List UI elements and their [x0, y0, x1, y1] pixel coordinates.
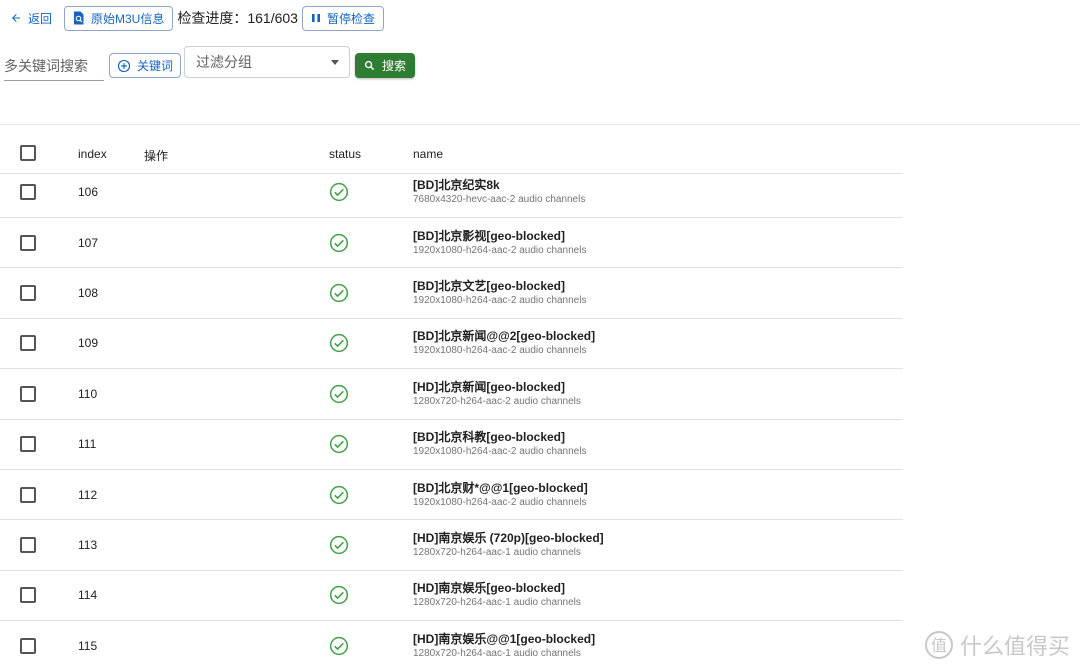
- channel-name: [BD]北京财*@@1[geo-blocked]: [413, 480, 588, 495]
- search-button[interactable]: 搜索: [355, 53, 415, 78]
- channel-detail: 1280x720-h264-aac-1 audio channels: [413, 597, 581, 609]
- table-row[interactable]: 109 [BD]北京新闻@@2[geo-blocked] 1920x1080-h26…: [0, 319, 903, 370]
- row-checkbox[interactable]: [20, 587, 36, 604]
- row-index: 106: [78, 184, 99, 199]
- channel-name: [BD]北京纪实8k: [413, 177, 500, 192]
- table-body: 106 [BD]北京纪实8k 7680x4320-hevc-aac-2 audio …: [0, 174, 903, 669]
- table-row[interactable]: 110 [HD]北京新闻[geo-blocked] 1280x720-h264-aa…: [0, 369, 903, 420]
- check-circle-icon: [329, 384, 349, 404]
- table-row[interactable]: 114 [HD]南京娱乐[geo-blocked] 1280x720-h264-aa…: [0, 571, 903, 622]
- header-status: status: [329, 147, 362, 161]
- channel-table: index 操作 status name 106 [BD]北京纪实8k 7680x4…: [0, 132, 903, 669]
- channel-detail: 1920x1080-h264-aac-2 audio channels: [413, 295, 587, 307]
- header-index: index: [78, 147, 107, 161]
- table-row[interactable]: 108 [BD]北京文艺[geo-blocked] 1920x1080-h264-a…: [0, 268, 903, 319]
- check-circle-icon: [329, 485, 349, 505]
- table-row[interactable]: 106 [BD]北京纪实8k 7680x4320-hevc-aac-2 audio …: [0, 174, 903, 218]
- channel-name: [HD]北京新闻[geo-blocked]: [413, 379, 565, 394]
- header-name: name: [413, 147, 444, 161]
- row-index: 109: [78, 336, 99, 351]
- channel-name: [BD]北京影视[geo-blocked]: [413, 228, 565, 243]
- row-checkbox[interactable]: [20, 183, 36, 200]
- row-checkbox[interactable]: [20, 335, 36, 352]
- channel-name: [BD]北京文艺[geo-blocked]: [413, 279, 565, 294]
- channel-detail: 1920x1080-h264-aac-2 audio channels: [413, 496, 587, 508]
- channel-detail: 1280x720-h264-aac-1 audio channels: [413, 547, 581, 559]
- arrow-left-icon: [12, 14, 20, 22]
- magnifier-icon: [364, 60, 375, 71]
- dropdown-arrow-icon: [331, 60, 339, 65]
- row-index: 108: [78, 286, 99, 301]
- svg-text:值: 值: [931, 636, 947, 655]
- pause-check-label: 暂停检查: [326, 11, 375, 26]
- row-checkbox[interactable]: [20, 486, 36, 503]
- check-circle-icon: [329, 585, 349, 605]
- row-index: 107: [78, 235, 99, 250]
- watermark-text: 什么值得买: [959, 634, 1070, 659]
- checker-page: 返回 原始M3U信息 检查进度：161/603 暂停检查 多关键词搜索 关键词 …: [0, 0, 1080, 669]
- row-checkbox[interactable]: [20, 637, 36, 654]
- row-index: 115: [78, 638, 98, 653]
- table-row[interactable]: 115 [HD]南京娱乐@@1[geo-blocked] 1280x720-h264…: [0, 621, 903, 669]
- filter-row: 关键词 过滤分组 搜索: [4, 46, 424, 82]
- divider: [0, 124, 1080, 125]
- row-checkbox[interactable]: [20, 436, 36, 453]
- group-filter-select[interactable]: 过滤分组: [184, 46, 350, 78]
- check-circle-icon: [329, 434, 349, 454]
- channel-detail: 1920x1080-h264-aac-2 audio channels: [413, 446, 587, 458]
- row-index: 112: [78, 487, 98, 502]
- check-circle-icon: [329, 636, 349, 656]
- channel-name: [BD]北京新闻@@2[geo-blocked]: [413, 329, 596, 344]
- add-keyword-label: 关键词: [137, 59, 174, 73]
- check-circle-icon: [329, 283, 349, 303]
- search-document-icon: [74, 11, 84, 25]
- channel-detail: 1920x1080-h264-aac-2 audio channels: [413, 345, 587, 357]
- row-index: 113: [78, 538, 98, 553]
- table-header: index 操作 status name: [0, 132, 903, 174]
- smzdm-logo-icon: 值: [924, 631, 953, 659]
- pause-icon: [311, 14, 320, 22]
- add-keyword-button[interactable]: 关键词: [109, 53, 182, 78]
- channel-name: [HD]南京娱乐[geo-blocked]: [413, 581, 565, 596]
- check-circle-icon: [329, 535, 349, 555]
- select-all-checkbox[interactable]: [20, 145, 36, 161]
- keyword-search-input[interactable]: [4, 52, 104, 81]
- table-row[interactable]: 113 [HD]南京娱乐 (720p)[geo-blocked] 1280x720-…: [0, 520, 903, 571]
- check-progress: 检查进度：161/603: [177, 10, 298, 26]
- row-checkbox[interactable]: [20, 537, 36, 554]
- m3u-info-label: 原始M3U信息: [91, 11, 165, 26]
- channel-name: [HD]南京娱乐@@1[geo-blocked]: [413, 631, 596, 646]
- check-circle-icon: [329, 182, 349, 202]
- watermark: 值 什么值得买: [924, 629, 1070, 661]
- row-checkbox[interactable]: [20, 285, 36, 302]
- row-index: 111: [78, 437, 97, 452]
- back-button[interactable]: 返回: [4, 5, 58, 31]
- table-row[interactable]: 111 [BD]北京科教[geo-blocked] 1920x1080-h264-a…: [0, 420, 903, 470]
- group-filter-placeholder: 过滤分组: [196, 54, 252, 70]
- check-circle-icon: [329, 333, 349, 353]
- pause-check-button[interactable]: 暂停检查: [301, 5, 384, 31]
- row-checkbox[interactable]: [20, 385, 36, 402]
- search-label: 搜索: [381, 59, 406, 73]
- toolbar: 返回 原始M3U信息 检查进度：161/603 暂停检查: [4, 4, 384, 32]
- header-action: 操作: [144, 149, 169, 163]
- back-label: 返回: [28, 11, 53, 26]
- row-index: 114: [78, 588, 98, 603]
- row-index: 110: [78, 386, 98, 401]
- table-row[interactable]: 107 [BD]北京影视[geo-blocked] 1920x1080-h264-a…: [0, 218, 903, 269]
- channel-detail: 1920x1080-h264-aac-2 audio channels: [413, 244, 587, 256]
- channel-detail: 7680x4320-hevc-aac-2 audio channels: [413, 193, 586, 205]
- check-circle-icon: [329, 233, 349, 253]
- channel-name: [BD]北京科教[geo-blocked]: [413, 430, 565, 445]
- channel-detail: 1280x720-h264-aac-2 audio channels: [413, 395, 581, 407]
- channel-name: [HD]南京娱乐 (720p)[geo-blocked]: [413, 531, 604, 546]
- row-checkbox[interactable]: [20, 234, 36, 251]
- table-row[interactable]: 112 [BD]北京财*@@1[geo-blocked] 1920x1080-h26…: [0, 470, 903, 521]
- channel-detail: 1280x720-h264-aac-1 audio channels: [413, 647, 581, 659]
- m3u-info-button[interactable]: 原始M3U信息: [64, 5, 174, 31]
- plus-circle-icon: [117, 59, 131, 72]
